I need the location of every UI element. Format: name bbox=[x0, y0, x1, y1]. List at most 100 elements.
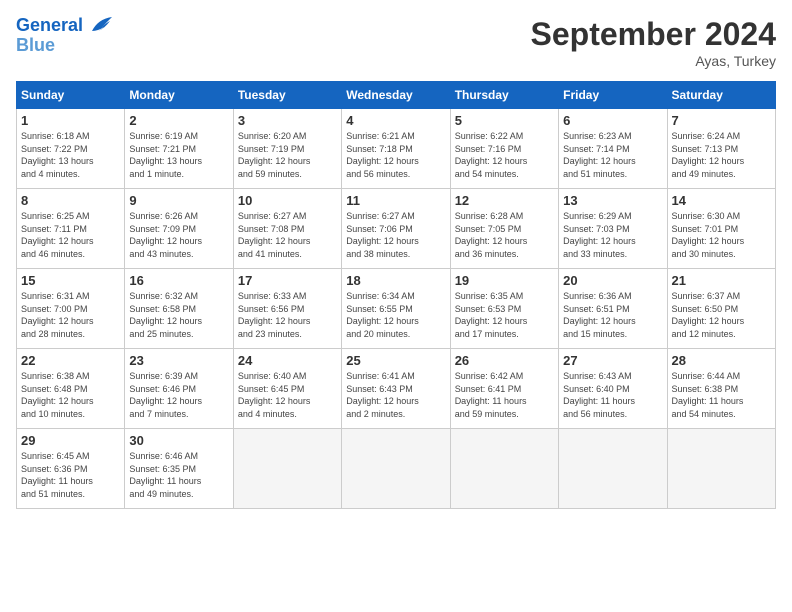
day-number: 16 bbox=[129, 273, 228, 288]
calendar-cell: 17Sunrise: 6:33 AMSunset: 6:56 PMDayligh… bbox=[233, 269, 341, 349]
calendar-cell: 3 Sunrise: 6:20 AMSunset: 7:19 PMDaylight… bbox=[233, 109, 341, 189]
day-info: Sunrise: 6:34 AMSunset: 6:55 PMDaylight:… bbox=[346, 290, 445, 340]
day-info: Sunrise: 6:28 AMSunset: 7:05 PMDaylight:… bbox=[455, 210, 554, 260]
day-number: 13 bbox=[563, 193, 662, 208]
header-day-thursday: Thursday bbox=[450, 82, 558, 109]
day-info: Sunrise: 6:46 AMSunset: 6:35 PMDaylight:… bbox=[129, 450, 228, 500]
day-number: 22 bbox=[21, 353, 120, 368]
day-info: Sunrise: 6:41 AMSunset: 6:43 PMDaylight:… bbox=[346, 370, 445, 420]
header-day-tuesday: Tuesday bbox=[233, 82, 341, 109]
day-info: Sunrise: 6:24 AMSunset: 7:13 PMDaylight:… bbox=[672, 130, 771, 180]
header-day-saturday: Saturday bbox=[667, 82, 775, 109]
month-title: September 2024 Ayas, Turkey bbox=[531, 16, 776, 69]
day-number: 20 bbox=[563, 273, 662, 288]
calendar-cell: 20Sunrise: 6:36 AMSunset: 6:51 PMDayligh… bbox=[559, 269, 667, 349]
week-row-4: 22 Sunrise: 6:38 AMSunset: 6:48 PMDayligh… bbox=[17, 349, 776, 429]
day-number: 12 bbox=[455, 193, 554, 208]
day-number: 30 bbox=[129, 433, 228, 448]
day-number: 9 bbox=[129, 193, 228, 208]
calendar-cell bbox=[233, 429, 341, 509]
calendar-cell: 30 Sunrise: 6:46 AMSunset: 6:35 PMDayligh… bbox=[125, 429, 233, 509]
day-info: Sunrise: 6:21 AMSunset: 7:18 PMDaylight:… bbox=[346, 130, 445, 180]
day-number: 15 bbox=[21, 273, 120, 288]
day-number: 18 bbox=[346, 273, 445, 288]
day-info: Sunrise: 6:27 AMSunset: 7:06 PMDaylight:… bbox=[346, 210, 445, 260]
calendar-cell: 8 Sunrise: 6:25 AMSunset: 7:11 PMDaylight… bbox=[17, 189, 125, 269]
calendar-body: 1 Sunrise: 6:18 AMSunset: 7:22 PMDaylight… bbox=[17, 109, 776, 509]
day-number: 10 bbox=[238, 193, 337, 208]
header-day-wednesday: Wednesday bbox=[342, 82, 450, 109]
calendar-cell bbox=[450, 429, 558, 509]
calendar-cell: 19 Sunrise: 6:35 AMSunset: 6:53 PMDayligh… bbox=[450, 269, 558, 349]
week-row-5: 29 Sunrise: 6:45 AMSunset: 6:36 PMDayligh… bbox=[17, 429, 776, 509]
day-number: 21 bbox=[672, 273, 771, 288]
calendar-cell: 6Sunrise: 6:23 AMSunset: 7:14 PMDaylight… bbox=[559, 109, 667, 189]
day-number: 3 bbox=[238, 113, 337, 128]
day-info: Sunrise: 6:27 AMSunset: 7:08 PMDaylight:… bbox=[238, 210, 337, 260]
day-number: 24 bbox=[238, 353, 337, 368]
day-info: Sunrise: 6:45 AMSunset: 6:36 PMDaylight:… bbox=[21, 450, 120, 500]
logo-text: General Blue bbox=[16, 16, 112, 56]
day-number: 11 bbox=[346, 193, 445, 208]
day-info: Sunrise: 6:18 AMSunset: 7:22 PMDaylight:… bbox=[21, 130, 120, 180]
header-day-friday: Friday bbox=[559, 82, 667, 109]
calendar-table: SundayMondayTuesdayWednesdayThursdayFrid… bbox=[16, 81, 776, 509]
day-info: Sunrise: 6:44 AMSunset: 6:38 PMDaylight:… bbox=[672, 370, 771, 420]
calendar-cell: 12 Sunrise: 6:28 AMSunset: 7:05 PMDayligh… bbox=[450, 189, 558, 269]
day-number: 17 bbox=[238, 273, 337, 288]
header-day-sunday: Sunday bbox=[17, 82, 125, 109]
calendar-cell bbox=[559, 429, 667, 509]
calendar-cell: 10 Sunrise: 6:27 AMSunset: 7:08 PMDayligh… bbox=[233, 189, 341, 269]
calendar-cell: 1 Sunrise: 6:18 AMSunset: 7:22 PMDaylight… bbox=[17, 109, 125, 189]
calendar-cell: 9Sunrise: 6:26 AMSunset: 7:09 PMDaylight… bbox=[125, 189, 233, 269]
day-number: 28 bbox=[672, 353, 771, 368]
day-number: 26 bbox=[455, 353, 554, 368]
day-number: 23 bbox=[129, 353, 228, 368]
day-info: Sunrise: 6:25 AMSunset: 7:11 PMDaylight:… bbox=[21, 210, 120, 260]
day-number: 2 bbox=[129, 113, 228, 128]
page-header: General Blue September 2024 Ayas, Turkey bbox=[16, 16, 776, 69]
header-row: SundayMondayTuesdayWednesdayThursdayFrid… bbox=[17, 82, 776, 109]
day-info: Sunrise: 6:35 AMSunset: 6:53 PMDaylight:… bbox=[455, 290, 554, 340]
logo: General Blue bbox=[16, 16, 112, 56]
logo-bird-icon bbox=[90, 17, 112, 35]
day-info: Sunrise: 6:37 AMSunset: 6:50 PMDaylight:… bbox=[672, 290, 771, 340]
day-number: 1 bbox=[21, 113, 120, 128]
calendar-cell: 5 Sunrise: 6:22 AMSunset: 7:16 PMDaylight… bbox=[450, 109, 558, 189]
day-info: Sunrise: 6:43 AMSunset: 6:40 PMDaylight:… bbox=[563, 370, 662, 420]
day-number: 29 bbox=[21, 433, 120, 448]
calendar-cell: 25 Sunrise: 6:41 AMSunset: 6:43 PMDayligh… bbox=[342, 349, 450, 429]
day-info: Sunrise: 6:29 AMSunset: 7:03 PMDaylight:… bbox=[563, 210, 662, 260]
calendar-cell: 21 Sunrise: 6:37 AMSunset: 6:50 PMDayligh… bbox=[667, 269, 775, 349]
day-number: 19 bbox=[455, 273, 554, 288]
calendar-cell: 28 Sunrise: 6:44 AMSunset: 6:38 PMDayligh… bbox=[667, 349, 775, 429]
calendar-cell: 2Sunrise: 6:19 AMSunset: 7:21 PMDaylight… bbox=[125, 109, 233, 189]
calendar-cell: 22 Sunrise: 6:38 AMSunset: 6:48 PMDayligh… bbox=[17, 349, 125, 429]
day-info: Sunrise: 6:39 AMSunset: 6:46 PMDaylight:… bbox=[129, 370, 228, 420]
day-number: 25 bbox=[346, 353, 445, 368]
day-number: 5 bbox=[455, 113, 554, 128]
day-info: Sunrise: 6:22 AMSunset: 7:16 PMDaylight:… bbox=[455, 130, 554, 180]
week-row-3: 15 Sunrise: 6:31 AMSunset: 7:00 PMDayligh… bbox=[17, 269, 776, 349]
day-number: 14 bbox=[672, 193, 771, 208]
calendar-cell: 4Sunrise: 6:21 AMSunset: 7:18 PMDaylight… bbox=[342, 109, 450, 189]
day-number: 8 bbox=[21, 193, 120, 208]
day-info: Sunrise: 6:20 AMSunset: 7:19 PMDaylight:… bbox=[238, 130, 337, 180]
day-number: 6 bbox=[563, 113, 662, 128]
calendar-cell: 23 Sunrise: 6:39 AMSunset: 6:46 PMDayligh… bbox=[125, 349, 233, 429]
calendar-cell: 11 Sunrise: 6:27 AMSunset: 7:06 PMDayligh… bbox=[342, 189, 450, 269]
location: Ayas, Turkey bbox=[531, 53, 776, 69]
calendar-cell: 24Sunrise: 6:40 AMSunset: 6:45 PMDayligh… bbox=[233, 349, 341, 429]
calendar-cell: 7Sunrise: 6:24 AMSunset: 7:13 PMDaylight… bbox=[667, 109, 775, 189]
week-row-1: 1 Sunrise: 6:18 AMSunset: 7:22 PMDaylight… bbox=[17, 109, 776, 189]
day-info: Sunrise: 6:38 AMSunset: 6:48 PMDaylight:… bbox=[21, 370, 120, 420]
calendar-cell: 16 Sunrise: 6:32 AMSunset: 6:58 PMDayligh… bbox=[125, 269, 233, 349]
calendar-cell bbox=[667, 429, 775, 509]
day-info: Sunrise: 6:32 AMSunset: 6:58 PMDaylight:… bbox=[129, 290, 228, 340]
calendar-cell bbox=[342, 429, 450, 509]
day-info: Sunrise: 6:30 AMSunset: 7:01 PMDaylight:… bbox=[672, 210, 771, 260]
calendar-cell: 15 Sunrise: 6:31 AMSunset: 7:00 PMDayligh… bbox=[17, 269, 125, 349]
day-info: Sunrise: 6:42 AMSunset: 6:41 PMDaylight:… bbox=[455, 370, 554, 420]
day-info: Sunrise: 6:31 AMSunset: 7:00 PMDaylight:… bbox=[21, 290, 120, 340]
day-number: 27 bbox=[563, 353, 662, 368]
